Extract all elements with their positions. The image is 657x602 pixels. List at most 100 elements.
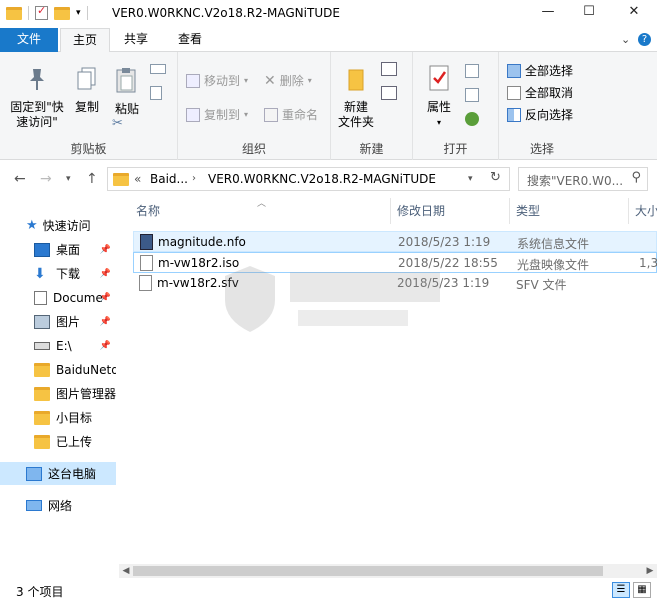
customize-dropdown-icon[interactable]: ▾ xyxy=(76,8,81,18)
download-icon: ⬇ xyxy=(34,265,46,282)
open-icon[interactable] xyxy=(465,64,479,78)
file-list: ︿ 名称 修改日期 类型 大小 magnitude.nfo 2018/5/23 … xyxy=(119,198,657,564)
dropdown-arrow-icon: ▾ xyxy=(307,76,312,85)
sidebar-item-downloads[interactable]: ⬇ 下载 📌 xyxy=(0,262,116,285)
properties-icon xyxy=(429,65,449,91)
file-type: 光盘映像文件 xyxy=(517,258,590,272)
navigation-pane: ★ 快速访问 桌面 📌 ⬇ 下载 📌 Docume 📌 图片 📌 E:\ 📌 B… xyxy=(0,198,116,578)
rename-icon xyxy=(264,107,278,122)
properties-label: 属性 xyxy=(426,100,451,114)
sidebar-item-drive-e[interactable]: E:\ 📌 xyxy=(0,334,116,357)
address-bar[interactable]: « Baid... › VER0.W0RKNC.V2o18.R2-MAGNiTU… xyxy=(107,167,510,191)
column-header-date[interactable]: 修改日期 xyxy=(391,198,509,224)
folder-icon xyxy=(113,173,129,186)
copy-path-icon[interactable] xyxy=(150,64,166,74)
sidebar-item-label: 小目标 xyxy=(56,411,93,425)
paste-button[interactable]: 粘贴 xyxy=(112,66,142,117)
scroll-right-icon[interactable]: ▶ xyxy=(643,564,657,578)
horizontal-scrollbar[interactable]: ◀ ▶ xyxy=(119,564,657,578)
divider xyxy=(28,6,29,20)
pin-icon[interactable]: 📌 xyxy=(100,269,111,279)
breadcrumb-overflow[interactable]: « xyxy=(134,172,141,186)
minimize-button[interactable]: — xyxy=(536,3,560,23)
collapse-ribbon-icon[interactable]: ⌄ xyxy=(621,33,630,46)
easy-access-icon[interactable] xyxy=(381,86,397,100)
column-header-type[interactable]: 类型 xyxy=(510,198,628,224)
file-icon xyxy=(139,275,152,291)
recent-locations-icon[interactable]: ▾ xyxy=(66,174,71,184)
delete-button[interactable]: ✕ 删除 ▾ xyxy=(264,72,312,89)
sidebar-item-label: Docume xyxy=(53,290,103,305)
copy-to-button[interactable]: 复制到 ▾ xyxy=(186,106,248,123)
sidebar-item-pictures[interactable]: 图片 📌 xyxy=(0,310,116,333)
maximize-button[interactable]: ☐ xyxy=(577,3,601,23)
pin-icon[interactable]: 📌 xyxy=(100,245,111,255)
new-folder-icon xyxy=(348,69,364,91)
select-none-button[interactable]: 全部取消 xyxy=(507,84,573,101)
sidebar-item-label: BaiduNetd xyxy=(56,362,116,377)
rename-button[interactable]: 重命名 xyxy=(264,106,318,123)
invert-selection-button[interactable]: 反向选择 xyxy=(507,106,573,123)
new-item-icon[interactable] xyxy=(381,62,397,76)
search-input[interactable]: 搜索"VER0.W0... ⚲ xyxy=(518,167,648,191)
column-header-size[interactable]: 大小 xyxy=(629,198,657,224)
window-title: VER0.W0RKNC.V2o18.R2-MAGNiTUDE xyxy=(112,6,340,20)
select-none-label: 全部取消 xyxy=(525,86,574,100)
back-arrow-icon[interactable]: ← xyxy=(14,171,26,187)
tab-view[interactable]: 查看 xyxy=(166,28,214,52)
column-header-name[interactable]: 名称 xyxy=(130,198,390,224)
details-view-icon[interactable]: ☰ xyxy=(612,582,630,598)
move-to-label: 移动到 xyxy=(204,74,241,88)
history-icon[interactable] xyxy=(465,112,479,126)
select-none-icon xyxy=(507,85,521,100)
chevron-right-icon[interactable]: › xyxy=(192,173,196,184)
sidebar-item-documents[interactable]: Docume 📌 xyxy=(0,286,116,309)
new-folder-button[interactable]: 新建 文件夹 xyxy=(335,66,377,130)
large-icons-view-icon[interactable]: ▦ xyxy=(633,582,651,598)
pin-icon[interactable]: 📌 xyxy=(100,293,111,303)
scroll-left-icon[interactable]: ◀ xyxy=(119,564,133,578)
pin-icon[interactable]: 📌 xyxy=(100,317,111,327)
sidebar-item-this-pc[interactable]: 这台电脑 xyxy=(0,462,116,485)
tab-home[interactable]: 主页 xyxy=(60,28,111,53)
sidebar-item-image-manager[interactable]: 图片管理器 xyxy=(0,382,116,405)
title-bar: ▾ VER0.W0RKNC.V2o18.R2-MAGNiTUDE — ☐ ✕ xyxy=(0,0,657,28)
new-folder-icon[interactable] xyxy=(54,6,70,20)
pin-to-quick-access-button[interactable]: 固定到"快速访问" xyxy=(6,66,68,130)
cut-icon[interactable]: ✂ xyxy=(112,116,123,131)
search-icon[interactable]: ⚲ xyxy=(631,170,641,185)
refresh-icon[interactable]: ↻ xyxy=(490,170,501,185)
copy-label: 复制 xyxy=(74,100,99,114)
select-all-button[interactable]: 全部选择 xyxy=(507,62,573,79)
move-to-button[interactable]: 移动到 ▾ xyxy=(186,72,248,89)
breadcrumb-item[interactable]: VER0.W0RKNC.V2o18.R2-MAGNiTUDE xyxy=(208,172,436,186)
up-arrow-icon[interactable]: ↑ xyxy=(86,171,98,187)
sidebar-item-uploaded[interactable]: 已上传 xyxy=(0,430,116,453)
sidebar-item-quick-access[interactable]: ★ 快速访问 xyxy=(0,214,116,237)
breadcrumb-item[interactable]: Baid... xyxy=(150,172,188,186)
help-icon[interactable]: ? xyxy=(638,33,651,46)
copy-button[interactable]: 复制 xyxy=(72,66,102,115)
file-size: 1,3 xyxy=(639,256,657,270)
properties-icon[interactable] xyxy=(35,4,48,20)
organize-group: 移动到 ▾ 复制到 ▾ ✕ 删除 ▾ 重命名 组织 xyxy=(178,52,331,160)
scroll-thumb[interactable] xyxy=(133,566,603,576)
tab-share[interactable]: 共享 xyxy=(112,28,160,52)
sidebar-item-small-goal[interactable]: 小目标 xyxy=(0,406,116,429)
tab-file[interactable]: 文件 xyxy=(0,28,58,52)
sidebar-item-network[interactable]: 网络 xyxy=(0,494,116,517)
sidebar-item-desktop[interactable]: 桌面 📌 xyxy=(0,238,116,261)
pin-icon[interactable]: 📌 xyxy=(100,341,111,351)
edit-icon[interactable] xyxy=(465,88,479,102)
chevron-down-icon[interactable]: ▾ xyxy=(468,174,473,184)
watermark-logo xyxy=(225,266,440,332)
pin-label: 固定到"快速访问" xyxy=(10,100,64,129)
paste-shortcut-icon[interactable] xyxy=(150,86,162,100)
properties-button[interactable]: 属性 ▾ xyxy=(419,64,459,130)
copy-icon xyxy=(77,67,96,90)
close-button[interactable]: ✕ xyxy=(622,3,646,23)
table-row[interactable]: magnitude.nfo 2018/5/23 1:19 系统信息文件 xyxy=(133,231,657,252)
forward-arrow-icon[interactable]: → xyxy=(40,171,52,187)
dropdown-arrow-icon: ▾ xyxy=(244,110,249,119)
sidebar-item-baidunetdisk[interactable]: BaiduNetd xyxy=(0,358,116,381)
